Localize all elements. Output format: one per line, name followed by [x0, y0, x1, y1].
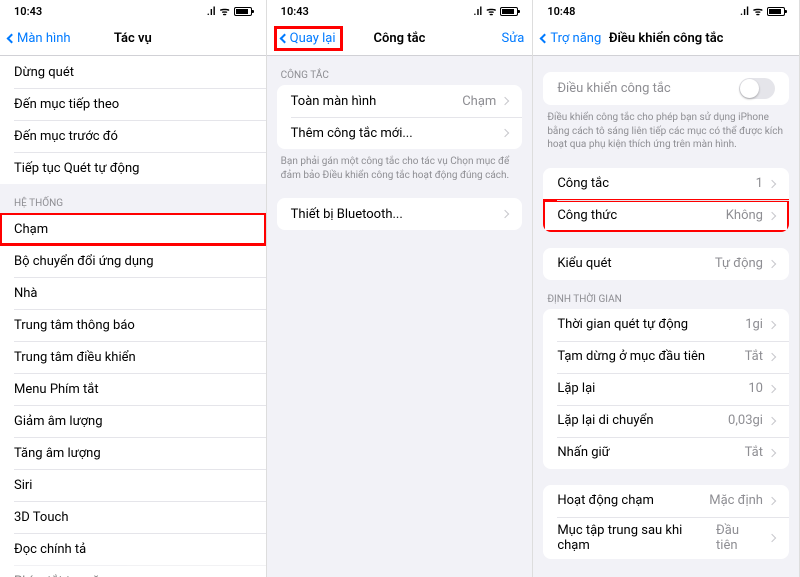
back-button[interactable]: Trợ năng [541, 31, 601, 46]
chevron-right-icon [768, 448, 776, 456]
list-item-tap-behavior[interactable]: Hoạt động chạm Mặc định [543, 485, 789, 517]
status-indicators: .ıl ᯤ [740, 4, 785, 19]
status-indicators: .ıl ᯤ [207, 4, 252, 19]
wifi-icon: ᯤ [220, 4, 230, 19]
chevron-right-icon [501, 210, 509, 218]
list-item-bluetooth[interactable]: Thiết bị Bluetooth... [277, 198, 523, 230]
list-item-move-repeat[interactable]: Lặp lại di chuyển 0,03gi [543, 405, 789, 437]
wifi-icon: ᯤ [753, 4, 763, 19]
status-time: 10:43 [14, 5, 42, 18]
list-group-switches: Toàn màn hình Chạm Thêm công tắc mới... [277, 85, 523, 149]
section-header-timing: ĐỊNH THỜI GIAN [533, 280, 799, 309]
status-indicators: .ıl ᯤ [473, 4, 518, 19]
chevron-left-icon [279, 34, 289, 44]
phone-screen-1: 10:43 .ıl ᯤ Màn hình Tác vụ Dừng quét Đế… [0, 0, 267, 577]
list-item-add-switch[interactable]: Thêm công tắc mới... [277, 117, 523, 149]
toggle-row-switch-control[interactable]: Điều khiển công tắc [543, 72, 789, 105]
back-button[interactable]: Quay lại [275, 27, 342, 50]
list-item-auto-scan-time[interactable]: Thời gian quét tự động 1gi [543, 309, 789, 341]
section-footer: Bạn phải gán một công tắc cho tác vụ Chọ… [267, 149, 533, 182]
phone-screen-3: 10:48 .ıl ᯤ Trợ năng Điều khiển công tắc… [533, 0, 800, 577]
list-item[interactable]: Bộ chuyển đổi ứng dụng [0, 245, 266, 277]
list-group-bluetooth: Thiết bị Bluetooth... [277, 198, 523, 230]
chevron-right-icon [768, 533, 776, 541]
chevron-left-icon [540, 34, 550, 44]
section-header-switches: CÔNG TẮC [267, 56, 533, 85]
list-item-pause-first[interactable]: Tạm dừng ở mục đầu tiên Tắt [543, 341, 789, 373]
chevron-right-icon [768, 496, 776, 504]
list-item[interactable]: Phím tắt trợ năng [0, 565, 266, 577]
wifi-icon: ᯤ [486, 4, 496, 19]
signal-icon: .ıl [740, 5, 749, 18]
status-time: 10:48 [547, 5, 575, 18]
list-item[interactable]: Đến mục tiếp theo [0, 88, 266, 120]
chevron-right-icon [501, 129, 509, 137]
list-group-master-toggle: Điều khiển công tắc [543, 72, 789, 105]
content-area: Dừng quét Đến mục tiếp theo Đến mục trướ… [0, 56, 266, 577]
list-item[interactable]: Dừng quét [0, 56, 266, 88]
chevron-right-icon [768, 259, 776, 267]
list-item-cham[interactable]: Chạm [0, 213, 266, 245]
battery-icon [234, 7, 252, 16]
list-item-switches[interactable]: Công tắc 1 [543, 168, 789, 200]
chevron-right-icon [768, 179, 776, 187]
nav-bar: Quay lại Công tắc Sửa [267, 22, 533, 56]
back-label: Quay lại [290, 31, 336, 46]
chevron-right-icon [768, 416, 776, 424]
content-area: Điều khiển công tắc Điều khiển công tắc … [533, 56, 799, 577]
list-group-scan-style: Kiểu quét Tự động [543, 248, 789, 280]
list-item-long-press[interactable]: Nhấn giữ Tắt [543, 437, 789, 469]
list-item[interactable]: Đến mục trước đó [0, 120, 266, 152]
chevron-left-icon [7, 34, 17, 44]
chevron-right-icon [768, 384, 776, 392]
phone-screen-2: 10:43 .ıl ᯤ Quay lại Công tắc Sửa CÔNG T… [267, 0, 534, 577]
list-item[interactable]: Nhà [0, 277, 266, 309]
status-bar: 10:48 .ıl ᯤ [533, 0, 799, 22]
signal-icon: .ıl [207, 5, 216, 18]
list-item[interactable]: 3D Touch [0, 501, 266, 533]
list-item[interactable]: Giảm âm lượng [0, 405, 266, 437]
signal-icon: .ıl [473, 5, 482, 18]
list-item-fullscreen[interactable]: Toàn màn hình Chạm [277, 85, 523, 117]
chevron-right-icon [768, 352, 776, 360]
list-group-timing: Thời gian quét tự động 1gi Tạm dừng ở mụ… [543, 309, 789, 469]
content-area: CÔNG TẮC Toàn màn hình Chạm Thêm công tắ… [267, 56, 533, 577]
list-group-system: Chạm Bộ chuyển đổi ứng dụng Nhà Trung tâ… [0, 213, 266, 577]
list-item-focus-after-tap[interactable]: Mục tập trung sau khi chạm Đầu tiên [543, 517, 789, 559]
edit-button[interactable]: Sửa [501, 31, 524, 46]
toggle-switch[interactable] [739, 78, 775, 99]
status-time: 10:43 [281, 5, 309, 18]
list-item[interactable]: Đọc chính tả [0, 533, 266, 565]
chevron-right-icon [768, 320, 776, 328]
back-label: Màn hình [17, 31, 71, 46]
chevron-right-icon [768, 211, 776, 219]
list-item[interactable]: Tăng âm lượng [0, 437, 266, 469]
status-bar: 10:43 .ıl ᯤ [267, 0, 533, 22]
chevron-right-icon [501, 97, 509, 105]
list-item-loops[interactable]: Lặp lại 10 [543, 373, 789, 405]
nav-bar: Trợ năng Điều khiển công tắc [533, 22, 799, 56]
list-item[interactable]: Trung tâm thông báo [0, 309, 266, 341]
back-label: Trợ năng [550, 31, 601, 46]
list-group-scan: Dừng quét Đến mục tiếp theo Đến mục trướ… [0, 56, 266, 184]
nav-bar: Màn hình Tác vụ [0, 22, 266, 56]
battery-icon [767, 7, 785, 16]
list-group-tap-behavior: Hoạt động chạm Mặc định Mục tập trung sa… [543, 485, 789, 559]
list-item[interactable]: Tiếp tục Quét tự động [0, 152, 266, 184]
back-button[interactable]: Màn hình [8, 31, 71, 46]
section-header-system: HỆ THỐNG [0, 184, 266, 213]
section-footer: Điều khiển công tắc cho phép bạn sử dụng… [533, 105, 799, 152]
list-item[interactable]: Menu Phím tắt [0, 373, 266, 405]
list-item-scan-style[interactable]: Kiểu quét Tự động [543, 248, 789, 280]
battery-icon [500, 7, 518, 16]
status-bar: 10:43 .ıl ᯤ [0, 0, 266, 22]
list-item[interactable]: Trung tâm điều khiển [0, 341, 266, 373]
list-group-switches-recipes: Công tắc 1 Công thức Không [543, 168, 789, 232]
list-item-recipes[interactable]: Công thức Không [543, 200, 789, 232]
list-item[interactable]: Siri [0, 469, 266, 501]
